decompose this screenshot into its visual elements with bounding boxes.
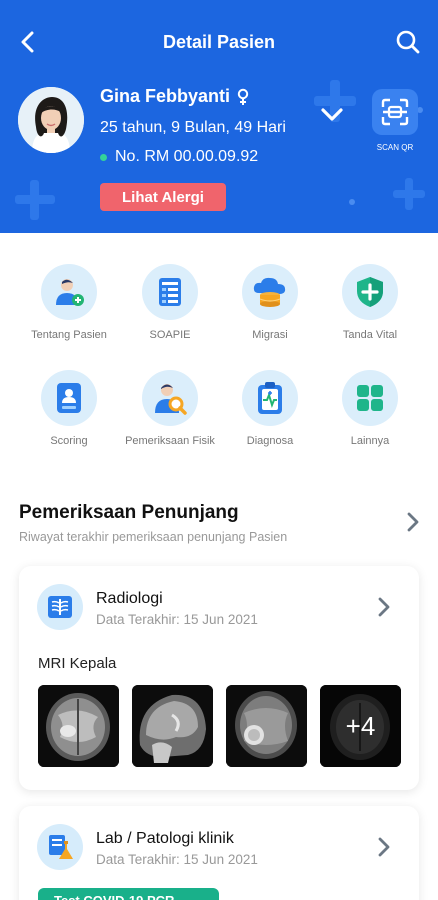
radiology-date: Data Terakhir: 15 Jun 2021 [96,612,258,627]
radiology-card[interactable]: Radiologi Data Terakhir: 15 Jun 2021 MRI… [19,566,419,790]
menu-item-tentang-pasien[interactable]: Tentang Pasien [19,264,119,343]
doctor-magnifier-icon [142,370,198,426]
section-more-button[interactable] [402,510,424,534]
cloud-database-icon [242,264,298,320]
menu-label: Tanda Vital [342,329,398,341]
patient-rm: No. RM 00.00.09.92 [100,148,258,166]
menu-item-diagnosa[interactable]: Diagnosa [220,370,320,449]
menu-item-lainnya[interactable]: Lainnya [320,370,420,449]
chevron-right-icon [378,837,390,857]
rm-number: No. RM 00.00.09.92 [115,148,259,165]
mri-thumbnails: +4 [38,685,401,767]
soapie-doc-icon [142,264,198,320]
patient-icon [41,264,97,320]
chevron-right-icon [378,597,390,617]
lab-title: Lab / Patologi klinik [96,830,234,847]
id-card-icon [41,370,97,426]
lab-card[interactable]: Lab / Patologi klinik Data Terakhir: 15 … [19,806,419,900]
expand-button[interactable] [318,102,346,126]
menu-item-pemeriksaan-fisik[interactable]: Pemeriksaan Fisik [120,370,220,449]
mri-thumbnail-more[interactable]: +4 [320,685,401,767]
female-icon [237,88,249,105]
menu-label: Lainnya [350,435,390,447]
menu-item-scoring[interactable]: Scoring [19,370,119,449]
mri-thumbnail[interactable] [132,685,213,767]
mri-thumbnail[interactable] [38,685,119,767]
section-title: Pemeriksaan Penunjang [19,502,239,523]
lab-date: Data Terakhir: 15 Jun 2021 [96,852,258,867]
menu-item-tanda-vital[interactable]: Tanda Vital [320,264,420,343]
menu-label: Migrasi [252,329,288,341]
section-subtitle: Riwayat terakhir pemeriksaan penunjang P… [19,530,288,544]
scan-qr-label: SCAN QR [376,143,414,152]
menu-item-migrasi[interactable]: Migrasi [220,264,320,343]
patient-age: 25 tahun, 9 Bulan, 49 Hari [100,119,286,136]
lab-test-tag[interactable]: Test COVID-19 PCR [38,888,219,900]
xray-icon [37,584,83,630]
radiology-open-button[interactable] [375,596,393,618]
patient-header: Detail Pasien Gina Febbyanti 25 tahun, 9… [0,0,438,233]
patient-detail-screen: Detail Pasien Gina Febbyanti 25 tahun, 9… [0,0,438,900]
lab-open-button[interactable] [375,836,393,858]
lab-icon [37,824,83,870]
chevron-right-icon [407,512,419,532]
search-button[interactable] [394,28,422,56]
menu-item-soapie[interactable]: SOAPIE [120,264,220,343]
menu-label: Pemeriksaan Fisik [125,435,215,447]
chevron-down-icon [321,108,343,121]
page-title: Detail Pasien [162,32,276,52]
more-images-count: +4 [320,685,401,767]
status-dot [100,153,107,161]
exam-label: MRI Kepala [38,655,117,672]
menu-label: Tentang Pasien [31,329,107,341]
patient-name: Gina Febbyanti [100,86,250,107]
radiology-title: Radiologi [96,590,163,607]
shield-plus-icon [342,264,398,320]
scan-qr-button[interactable] [372,89,418,135]
patient-avatar [18,87,84,153]
menu-label: SOAPIE [149,329,191,341]
clipboard-pulse-icon [242,370,298,426]
search-icon [396,30,420,54]
menu-label: Diagnosa [246,435,294,447]
menu-label: Scoring [50,435,88,447]
mri-thumbnail[interactable] [226,685,307,767]
qr-scan-icon [381,98,409,126]
patient-photo [18,87,84,153]
patient-name-text: Gina Febbyanti [100,86,231,106]
grid-icon [342,370,398,426]
view-allergy-button[interactable]: Lihat Alergi [100,183,226,211]
